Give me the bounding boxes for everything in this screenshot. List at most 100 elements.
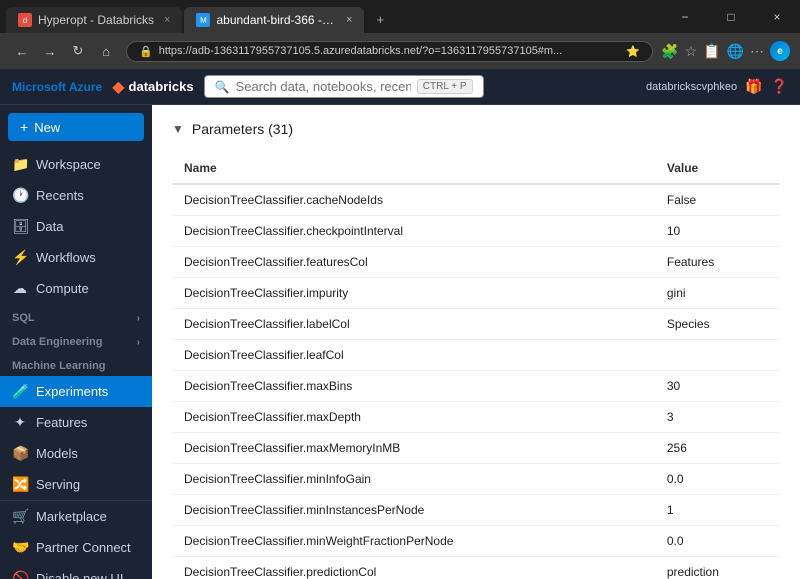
- machine-learning-section: Machine Learning: [0, 352, 152, 376]
- sidebar-item-recents[interactable]: 🕐 Recents: [0, 180, 152, 211]
- url-text: https://adb-1363117955737105.5.azuredata…: [159, 45, 621, 57]
- edge-logo: e: [770, 41, 790, 61]
- param-name: DecisionTreeClassifier.leafCol: [172, 340, 655, 371]
- tab1-label: Hyperopt - Databricks: [38, 13, 154, 27]
- new-button[interactable]: + New: [8, 113, 144, 141]
- compute-icon: ☁: [12, 280, 28, 297]
- tab-1[interactable]: d Hyperopt - Databricks ×: [6, 7, 182, 33]
- table-header: Name Value: [172, 153, 780, 184]
- tab2-label: abundant-bird-366 - MLflow Ru...: [216, 13, 336, 27]
- forward-button[interactable]: →: [38, 39, 62, 63]
- workflows-icon: ⚡: [12, 249, 28, 266]
- tab-2[interactable]: M abundant-bird-366 - MLflow Ru... ×: [184, 7, 364, 33]
- sidebar-item-marketplace[interactable]: 🛒 Marketplace: [0, 501, 152, 532]
- sidebar-label-partner-connect: Partner Connect: [36, 540, 131, 555]
- sidebar-item-compute[interactable]: ☁ Compute: [0, 273, 152, 304]
- param-name: DecisionTreeClassifier.minInfoGain: [172, 464, 655, 495]
- menu-icon[interactable]: ⋯: [750, 43, 764, 60]
- app-topbar: Microsoft Azure ◆ databricks 🔍 CTRL + P …: [0, 69, 800, 105]
- nav-buttons: ← → ↻ ⌂: [10, 39, 118, 63]
- global-search[interactable]: 🔍 CTRL + P: [204, 75, 484, 98]
- search-icon: 🔍: [215, 80, 230, 94]
- main-content: ▼ Parameters (31) Name Value DecisionTre…: [152, 105, 800, 579]
- marketplace-icon: 🛒: [12, 508, 28, 525]
- user-label: databrickscvphkeo: [646, 81, 737, 93]
- parameters-section: ▼ Parameters (31) Name Value DecisionTre…: [152, 105, 800, 579]
- minimize-button[interactable]: −: [662, 2, 708, 32]
- browser-chrome: d Hyperopt - Databricks × M abundant-bir…: [0, 0, 800, 69]
- sidebar-item-features[interactable]: ✦ Features: [0, 407, 152, 438]
- table-row: DecisionTreeClassifier.leafCol: [172, 340, 780, 371]
- maximize-button[interactable]: □: [708, 2, 754, 32]
- table-row: DecisionTreeClassifier.maxBins30: [172, 371, 780, 402]
- section-title: Parameters (31): [192, 121, 293, 137]
- extensions-icon[interactable]: 🧩: [661, 43, 678, 60]
- sidebar-item-workspace[interactable]: 📁 Workspace: [0, 149, 152, 180]
- url-bar[interactable]: 🔒 https://adb-1363117955737105.5.azureda…: [126, 41, 653, 62]
- disable-icon: 🚫: [12, 570, 28, 579]
- param-value: Features: [655, 247, 780, 278]
- plus-icon: +: [20, 119, 28, 135]
- param-name: DecisionTreeClassifier.cacheNodeIds: [172, 184, 655, 216]
- tab1-favicon: d: [18, 13, 32, 27]
- table-row: DecisionTreeClassifier.minInfoGain0.0: [172, 464, 780, 495]
- sql-section[interactable]: SQL ›: [0, 304, 152, 328]
- table-row: DecisionTreeClassifier.checkpointInterva…: [172, 216, 780, 247]
- sidebar-label-features: Features: [36, 415, 87, 430]
- close-button[interactable]: ×: [754, 2, 800, 32]
- table-row: DecisionTreeClassifier.cacheNodeIdsFalse: [172, 184, 780, 216]
- param-name: DecisionTreeClassifier.maxDepth: [172, 402, 655, 433]
- param-name: DecisionTreeClassifier.minInstancesPerNo…: [172, 495, 655, 526]
- collections-icon[interactable]: 📋: [703, 43, 720, 60]
- sidebar-item-workflows[interactable]: ⚡ Workflows: [0, 242, 152, 273]
- back-button[interactable]: ←: [10, 39, 34, 63]
- param-name: DecisionTreeClassifier.predictionCol: [172, 557, 655, 579]
- sidebar-item-disable-new-ui[interactable]: 🚫 Disable new UI: [0, 563, 152, 579]
- gift-icon[interactable]: 🎁: [745, 78, 762, 95]
- col-name-header: Name: [172, 153, 655, 184]
- home-button[interactable]: ⌂: [94, 39, 118, 63]
- table-row: DecisionTreeClassifier.labelColSpecies: [172, 309, 780, 340]
- serving-icon: 🔀: [12, 476, 28, 493]
- sidebar-item-experiments[interactable]: 🧪 Experiments: [0, 376, 152, 407]
- section-header[interactable]: ▼ Parameters (31): [172, 121, 780, 137]
- tab2-close[interactable]: ×: [346, 14, 352, 26]
- sidebar-label-recents: Recents: [36, 188, 84, 203]
- param-value: Species: [655, 309, 780, 340]
- new-tab-button[interactable]: +: [366, 6, 394, 33]
- sidebar-label-workflows: Workflows: [36, 250, 96, 265]
- favorites-icon[interactable]: ☆: [685, 43, 698, 60]
- sidebar-label-disable-new-ui: Disable new UI: [36, 571, 123, 579]
- data-engineering-section[interactable]: Data Engineering ›: [0, 328, 152, 352]
- search-input[interactable]: [236, 79, 411, 94]
- sidebar-item-serving[interactable]: 🔀 Serving: [0, 469, 152, 500]
- refresh-button[interactable]: ↻: [66, 39, 90, 63]
- experiments-icon: 🧪: [12, 383, 28, 400]
- help-icon[interactable]: ❓: [771, 78, 788, 95]
- sidebar-item-data[interactable]: 🗄 Data: [0, 211, 152, 242]
- param-name: DecisionTreeClassifier.labelCol: [172, 309, 655, 340]
- sidebar-label-models: Models: [36, 446, 78, 461]
- partner-connect-icon: 🤝: [12, 539, 28, 556]
- param-name: DecisionTreeClassifier.checkpointInterva…: [172, 216, 655, 247]
- databricks-logo: ◆ databricks: [112, 77, 193, 97]
- col-value-header: Value: [655, 153, 780, 184]
- machine-learning-label: Machine Learning: [12, 360, 106, 372]
- table-row: DecisionTreeClassifier.featuresColFeatur…: [172, 247, 780, 278]
- new-label: New: [34, 120, 60, 135]
- tab1-close[interactable]: ×: [164, 14, 170, 26]
- table-row: DecisionTreeClassifier.maxDepth3: [172, 402, 780, 433]
- sidebar: + New 📁 Workspace 🕐 Recents 🗄 Data ⚡ Wor…: [0, 105, 152, 579]
- bing-icon[interactable]: 🌐: [727, 43, 744, 60]
- param-value: prediction: [655, 557, 780, 579]
- sidebar-item-partner-connect[interactable]: 🤝 Partner Connect: [0, 532, 152, 563]
- param-value: gini: [655, 278, 780, 309]
- sidebar-item-models[interactable]: 📦 Models: [0, 438, 152, 469]
- param-value: 1: [655, 495, 780, 526]
- param-name: DecisionTreeClassifier.maxBins: [172, 371, 655, 402]
- topbar-right: databrickscvphkeo 🎁 ❓: [646, 78, 788, 95]
- search-shortcut-badge: CTRL + P: [417, 79, 473, 94]
- param-value: 30: [655, 371, 780, 402]
- databricks-icon: ◆: [112, 77, 124, 97]
- param-name: DecisionTreeClassifier.impurity: [172, 278, 655, 309]
